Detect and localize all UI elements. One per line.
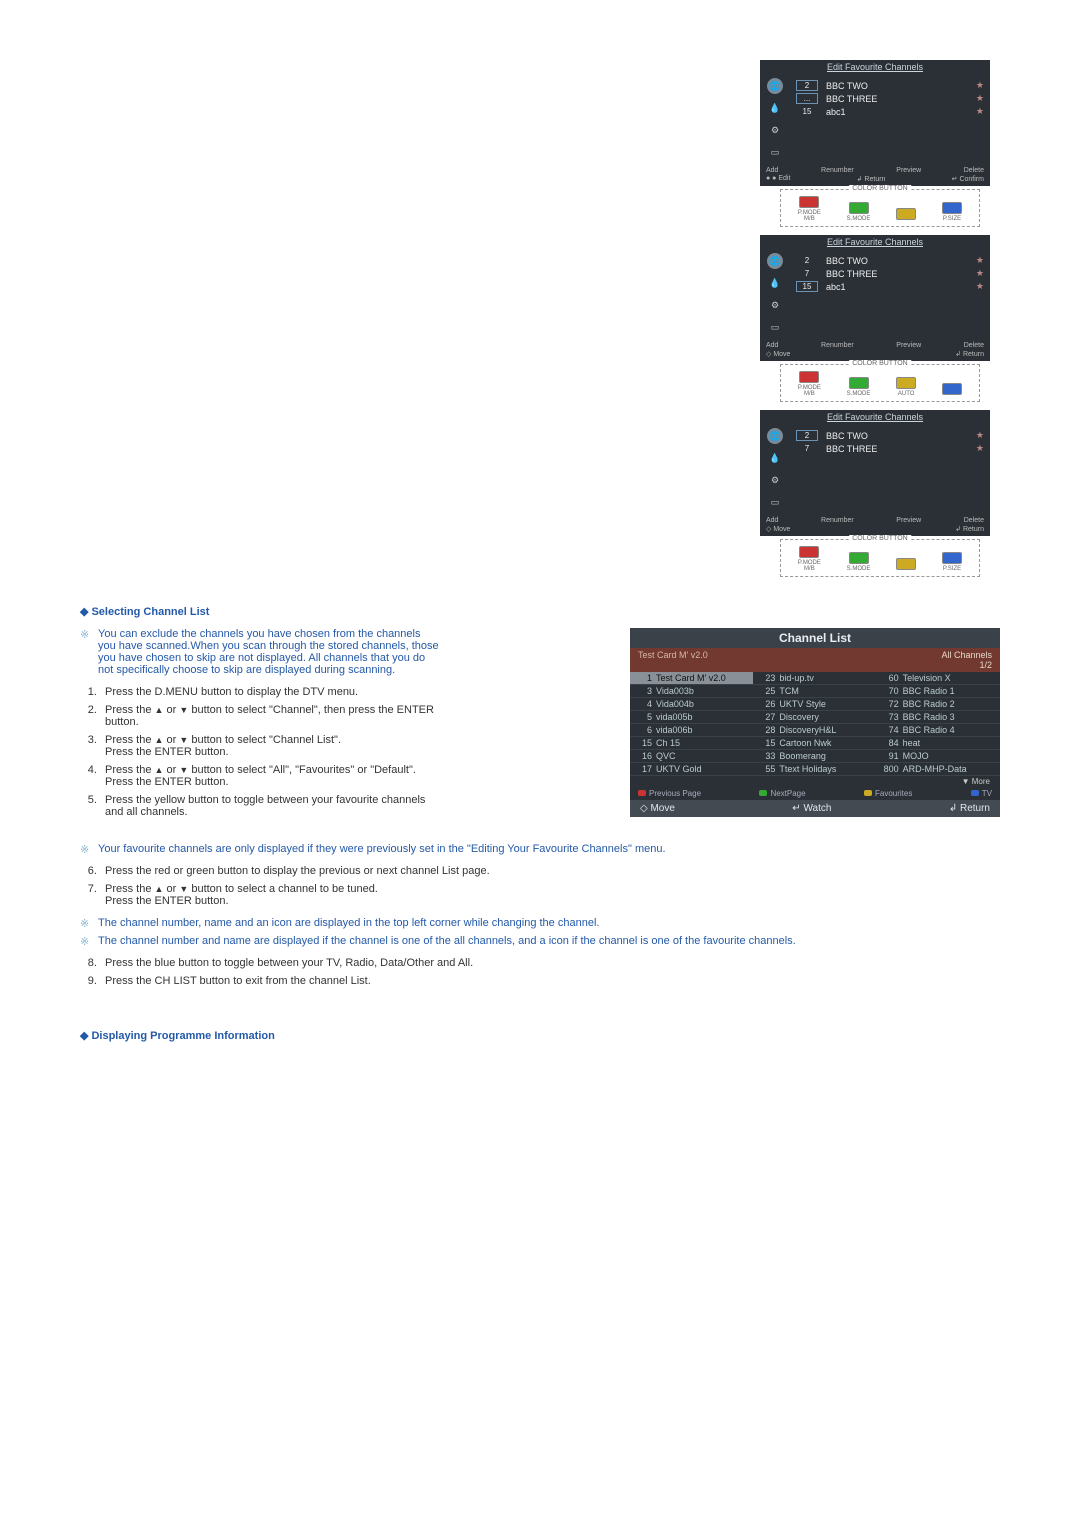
note-channel-number: ※ The channel number, name and an icon a…: [98, 917, 1000, 929]
gear-icon: ⚙: [767, 472, 783, 488]
screen-icon: ▭: [767, 144, 783, 160]
channel-item: 6vida006b: [630, 724, 753, 737]
legend-fav: Favourites: [864, 789, 912, 798]
star-icon: ★: [976, 106, 984, 117]
edit-fav-screen-1: Edit Favourite Channels 🌐 💧 ⚙ ▭ 2BBC TWO…: [760, 60, 990, 186]
return-label: ↲ Return: [949, 803, 990, 814]
gear-icon: ⚙: [767, 297, 783, 313]
steps-list: Press the D.MENU button to display the D…: [100, 686, 440, 818]
channel-item: 17UKTV Gold: [630, 763, 753, 776]
globe-icon: 🌐: [767, 78, 783, 94]
steps-list-cont2: Press the blue button to toggle between …: [100, 957, 1000, 987]
channel-item: 55Ttext Holidays: [753, 763, 876, 776]
step-3: Press the ▲ or ▼ button to select "Chann…: [100, 734, 440, 758]
star-icon: ★: [976, 255, 984, 266]
channel-item: 3Vida003b: [630, 685, 753, 698]
channel-item: 4Vida004b: [630, 698, 753, 711]
step-7: Press the ▲ or ▼ button to select a chan…: [100, 883, 1000, 907]
step-9: Press the CH LIST button to exit from th…: [100, 975, 1000, 987]
note-icon: ※: [80, 843, 89, 856]
note-channel-name: ※ The channel number and name are displa…: [98, 935, 1000, 947]
channel-item: 84heat: [877, 737, 1000, 750]
step-5: Press the yellow button to toggle betwee…: [100, 794, 440, 818]
channel-item: 28DiscoveryH&L: [753, 724, 876, 737]
channel-item: 23bid-up.tv: [753, 672, 876, 685]
channel-grid: 1Test Card M' v2.023bid-up.tv60Televisio…: [630, 672, 1000, 776]
channel-item: 73BBC Radio 3: [877, 711, 1000, 724]
edit-fav-screen-3: Edit Favourite Channels 🌐 💧 ⚙ ▭ 2BBC TWO…: [760, 410, 990, 536]
legend-tv: TV: [971, 789, 992, 798]
drop-icon: 💧: [767, 100, 783, 116]
channel-item: 72BBC Radio 2: [877, 698, 1000, 711]
channel-item: 25TCM: [753, 685, 876, 698]
drop-icon: 💧: [767, 450, 783, 466]
note-icon: ※: [80, 917, 89, 930]
star-icon: ★: [976, 268, 984, 279]
gear-icon: ⚙: [767, 122, 783, 138]
note-exclude-channels: ※ You can exclude the channels you have …: [80, 628, 440, 676]
note-favourite-display: ※ Your favourite channels are only displ…: [98, 843, 1000, 855]
move-label: ◇ Move: [640, 803, 675, 814]
channel-item: 800ARD-MHP-Data: [877, 763, 1000, 776]
screen-icon: ▭: [767, 494, 783, 510]
step-6: Press the red or green button to display…: [100, 865, 1000, 877]
legend-prev: Previous Page: [638, 789, 701, 798]
triangle-down-icon: ▼: [179, 884, 188, 894]
section-heading-programme: ◆Displaying Programme Information: [80, 1029, 1000, 1042]
color-button-box-3: COLOR BUTTON P.MODEM/B S.MODE P.SIZE: [780, 539, 980, 577]
star-icon: ★: [976, 80, 984, 91]
triangle-down-icon: ▼: [179, 765, 188, 775]
steps-list-cont: Press the red or green button to display…: [100, 865, 1000, 907]
note-icon: ※: [80, 935, 89, 948]
edit-fav-screen-2: Edit Favourite Channels 🌐 💧 ⚙ ▭ 2BBC TWO…: [760, 235, 990, 361]
watch-label: ↵ Watch: [792, 803, 831, 814]
legend-next: NextPage: [759, 789, 805, 798]
diamond-icon: ◆: [80, 1030, 88, 1042]
step-4: Press the ▲ or ▼ button to select "All",…: [100, 764, 440, 788]
section-heading-selecting: ◆Selecting Channel List: [80, 605, 1000, 618]
channel-item: 15Ch 15: [630, 737, 753, 750]
channel-item: 1Test Card M' v2.0: [630, 672, 753, 685]
figure-column: Edit Favourite Channels 🌐 💧 ⚙ ▭ 2BBC TWO…: [760, 60, 1000, 585]
channel-item: 26UKTV Style: [753, 698, 876, 711]
channel-list-figure: Channel List Test Card M' v2.0 All Chann…: [630, 628, 1000, 817]
step-8: Press the blue button to toggle between …: [100, 957, 1000, 969]
channel-item: 5vida005b: [630, 711, 753, 724]
channel-item: 15Cartoon Nwk: [753, 737, 876, 750]
more-indicator: ▼ More: [630, 776, 1000, 787]
star-icon: ★: [976, 430, 984, 441]
channel-item: 33Boomerang: [753, 750, 876, 763]
star-icon: ★: [976, 93, 984, 104]
triangle-down-icon: ▼: [179, 705, 188, 715]
drop-icon: 💧: [767, 275, 783, 291]
channel-item: 74BBC Radio 4: [877, 724, 1000, 737]
channel-item: 16QVC: [630, 750, 753, 763]
screen-title: Edit Favourite Channels: [760, 60, 990, 74]
triangle-down-icon: ▼: [179, 735, 188, 745]
globe-icon: 🌐: [767, 428, 783, 444]
step-1: Press the D.MENU button to display the D…: [100, 686, 440, 698]
star-icon: ★: [976, 443, 984, 454]
star-icon: ★: [976, 281, 984, 292]
channel-item: 60Television X: [877, 672, 1000, 685]
channel-item: 91MOJO: [877, 750, 1000, 763]
diamond-icon: ◆: [80, 606, 88, 618]
color-button-box-1: COLOR BUTTON P.MODEM/B S.MODE P.SIZE: [780, 189, 980, 227]
color-button-box-2: COLOR BUTTON P.MODEM/B S.MODE AUTO: [780, 364, 980, 402]
channel-item: 27Discovery: [753, 711, 876, 724]
note-icon: ※: [80, 628, 89, 641]
channel-item: 70BBC Radio 1: [877, 685, 1000, 698]
step-2: Press the ▲ or ▼ button to select "Chann…: [100, 704, 440, 728]
channel-list-title: Channel List: [779, 631, 851, 645]
screen-icon: ▭: [767, 319, 783, 335]
current-channel-label: Test Card M' v2.0: [638, 650, 708, 670]
globe-icon: 🌐: [767, 253, 783, 269]
